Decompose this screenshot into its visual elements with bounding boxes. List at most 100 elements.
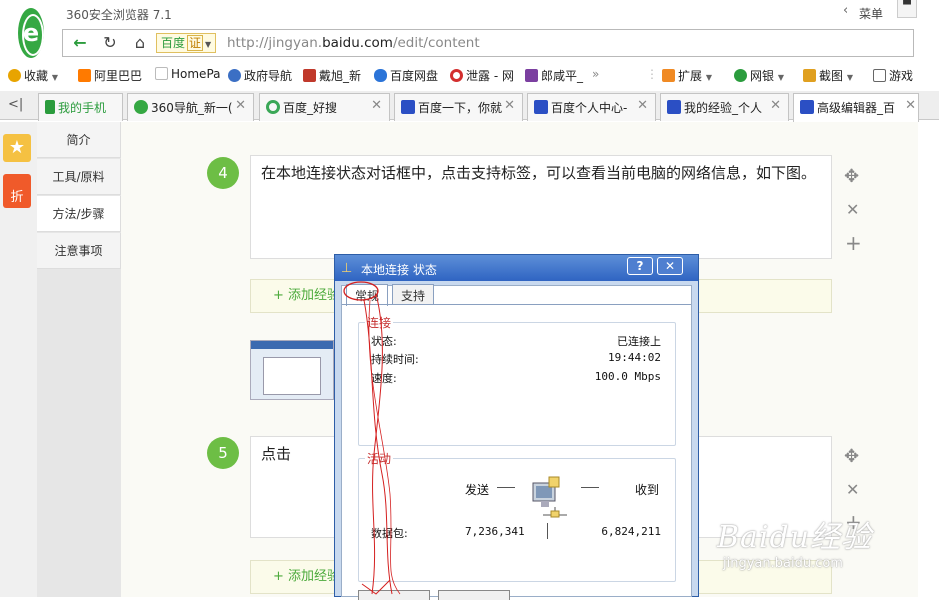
bookmark-gov-nav[interactable]: 政府导航 [228, 67, 292, 84]
step-text-editor[interactable]: 在本地连接状态对话框中，点击支持标签，可以查看当前电脑的网络信息，如下图。 [250, 155, 832, 259]
activity-group: 活动 发送 收到 数据包: 7,236,341 6,824,211 [358, 450, 676, 582]
tab-baidu-profile[interactable]: 百度个人中心- ✕ [527, 93, 656, 121]
bookmarks-overflow-button[interactable]: » [592, 67, 599, 81]
skin-button[interactable]: ▀ [897, 0, 917, 18]
bookmark-label: 阿里巴巴 [94, 69, 143, 83]
activity-group-title: 活动 [365, 450, 394, 467]
properties-button[interactable] [358, 590, 430, 600]
close-icon[interactable]: ✕ [235, 98, 246, 113]
tab-bar: <| 我的手机 360导航_新一(✕ 百度_好搜 ✕ 百度一下，你就 ✕ 百度个人中… [0, 91, 939, 122]
baidu-paw-icon [534, 100, 548, 114]
page-icon [155, 67, 168, 80]
move-icon[interactable]: ✥ [844, 446, 859, 467]
haosou-icon [266, 100, 280, 114]
bookmark-alibaba[interactable]: 阿里巴巴 [78, 67, 142, 84]
tab-label: 百度个人中心- [551, 101, 628, 115]
caret-down-icon: ▼ [777, 73, 784, 82]
packets-divider [547, 523, 548, 539]
online-banking-button[interactable]: 网银 ▼ [734, 67, 784, 84]
bookmark-label: HomePa [171, 67, 221, 81]
back-button[interactable]: ← [65, 30, 95, 56]
bookmark-leak[interactable]: 泄露 - 网 [450, 67, 514, 84]
menu-button[interactable]: 菜单 [859, 5, 883, 22]
close-icon[interactable]: ✕ [637, 98, 648, 113]
duration-value: 19:44:02 [608, 351, 661, 364]
globe-search-icon [228, 69, 241, 82]
connection-group-title: 连接 [365, 314, 394, 331]
bookmark-baidu-pan[interactable]: 百度网盘 [374, 67, 438, 84]
caret-down-icon: ▼ [705, 73, 712, 82]
home-button[interactable]: ⌂ [125, 30, 155, 56]
help-button[interactable]: ? [627, 257, 653, 275]
alibaba-icon [78, 69, 91, 82]
360-browser-logo: e [18, 8, 44, 58]
watermark-url: jingyan.baidu.com [723, 556, 843, 571]
bookmark-langxianping[interactable]: 郎咸平_ [525, 67, 583, 84]
browser-titlebar: e 360安全浏览器 7.1 ‹ 菜单 ▀ [0, 0, 939, 58]
close-icon[interactable]: ✕ [905, 98, 916, 113]
caret-down-icon: ▼ [846, 73, 853, 82]
speed-value: 100.0 Mbps [594, 370, 661, 383]
bookmark-homepage[interactable]: HomePa [155, 67, 221, 81]
close-icon[interactable]: ✕ [371, 98, 382, 113]
watermark-brand: Baidu经验 [717, 520, 873, 555]
article-outline-nav: 简介 工具/原料 方法/步骤 注意事项 [37, 122, 121, 597]
games-button[interactable]: 游戏 [873, 67, 913, 84]
move-icon[interactable]: ✥ [844, 166, 859, 187]
nav-item-intro[interactable]: 简介 [37, 122, 121, 158]
tab-general[interactable]: 常规 [346, 284, 389, 306]
tab-support[interactable]: 支持 [392, 284, 435, 304]
bookmark-label: 截图 [819, 69, 844, 83]
left-sidebar-rail: ★ 折 [0, 122, 37, 597]
delete-icon[interactable]: ✕ [846, 480, 859, 499]
url-input[interactable]: http://jingyan.baidu.com/edit/content [227, 35, 480, 51]
search-engine-label: 百度 [161, 36, 186, 50]
favorite-star-button[interactable]: ★ [3, 134, 31, 162]
address-bar: ← ↻ ⌂ 百度证 ▼ http://jingyan.baidu.com/edit… [62, 29, 914, 57]
screenshot-button[interactable]: 截图 ▼ [803, 67, 853, 84]
tab-advanced-editor[interactable]: 高级编辑器_百 ✕ [793, 93, 919, 122]
bookmark-icon [303, 69, 316, 82]
disable-button[interactable] [438, 590, 510, 600]
chevron-left-icon[interactable]: ‹ [843, 3, 848, 18]
bookmark-label: 政府导航 [244, 69, 293, 83]
double-chevron-right-icon: » [592, 67, 600, 81]
nav-item-tools[interactable]: 工具/原料 [37, 159, 121, 195]
tab-my-phone[interactable]: 我的手机 [38, 93, 123, 121]
tab-label: 百度一下，你就 [418, 101, 503, 115]
sent-line [497, 487, 515, 488]
tab-baidu-search[interactable]: 百度一下，你就 ✕ [394, 93, 523, 121]
star-plus-icon [8, 69, 21, 82]
search-engine-selector[interactable]: 百度证 ▼ [156, 33, 217, 53]
packets-sent-value: 7,236,341 [465, 525, 525, 538]
nav-item-notes[interactable]: 注意事项 [37, 233, 121, 269]
baidu-jingyan-watermark: Baidu经验 jingyan.baidu.com [717, 512, 872, 571]
baidu-paw-icon [401, 100, 415, 114]
tab-label: 高级编辑器_百 [817, 101, 896, 115]
extensions-button[interactable]: 扩展 ▼ [662, 67, 712, 84]
discount-button[interactable]: 折 [3, 174, 31, 208]
tab-haosou[interactable]: 百度_好搜 ✕ [259, 93, 390, 121]
bookmark-favorites[interactable]: 收藏 ▼ [8, 67, 58, 84]
gamepad-icon [873, 69, 886, 82]
nav-item-steps[interactable]: 方法/步骤 [37, 196, 121, 232]
close-button[interactable]: ✕ [657, 257, 683, 275]
home-icon: ⌂ [134, 33, 146, 52]
step-image-thumbnail[interactable] [250, 340, 334, 400]
delete-icon[interactable]: ✕ [846, 200, 859, 219]
close-icon[interactable]: ✕ [504, 98, 515, 113]
connection-group: 连接 状态: 已连接上 持续时间: 19:44:02 速度: 100.0 Mbp… [358, 314, 676, 446]
shield-yen-icon [734, 69, 747, 82]
close-icon[interactable]: ✕ [770, 98, 781, 113]
refresh-icon: ↻ [103, 33, 117, 52]
tab-label: 我的手机 [58, 101, 107, 115]
add-icon[interactable]: + [845, 231, 862, 255]
tab-scroll-left-icon[interactable]: <| [8, 97, 23, 112]
refresh-button[interactable]: ↻ [95, 30, 125, 56]
cloud-icon [374, 69, 387, 82]
tab-360-nav[interactable]: 360导航_新一(✕ [127, 93, 254, 121]
bookmark-daixu[interactable]: 戴旭_新 [303, 67, 361, 84]
tab-my-experience[interactable]: 我的经验_个人 ✕ [660, 93, 789, 121]
dialog-titlebar: ⊥ 本地连接 状态 ? ✕ [335, 255, 698, 281]
bookmark-label: 扩展 [678, 69, 703, 83]
